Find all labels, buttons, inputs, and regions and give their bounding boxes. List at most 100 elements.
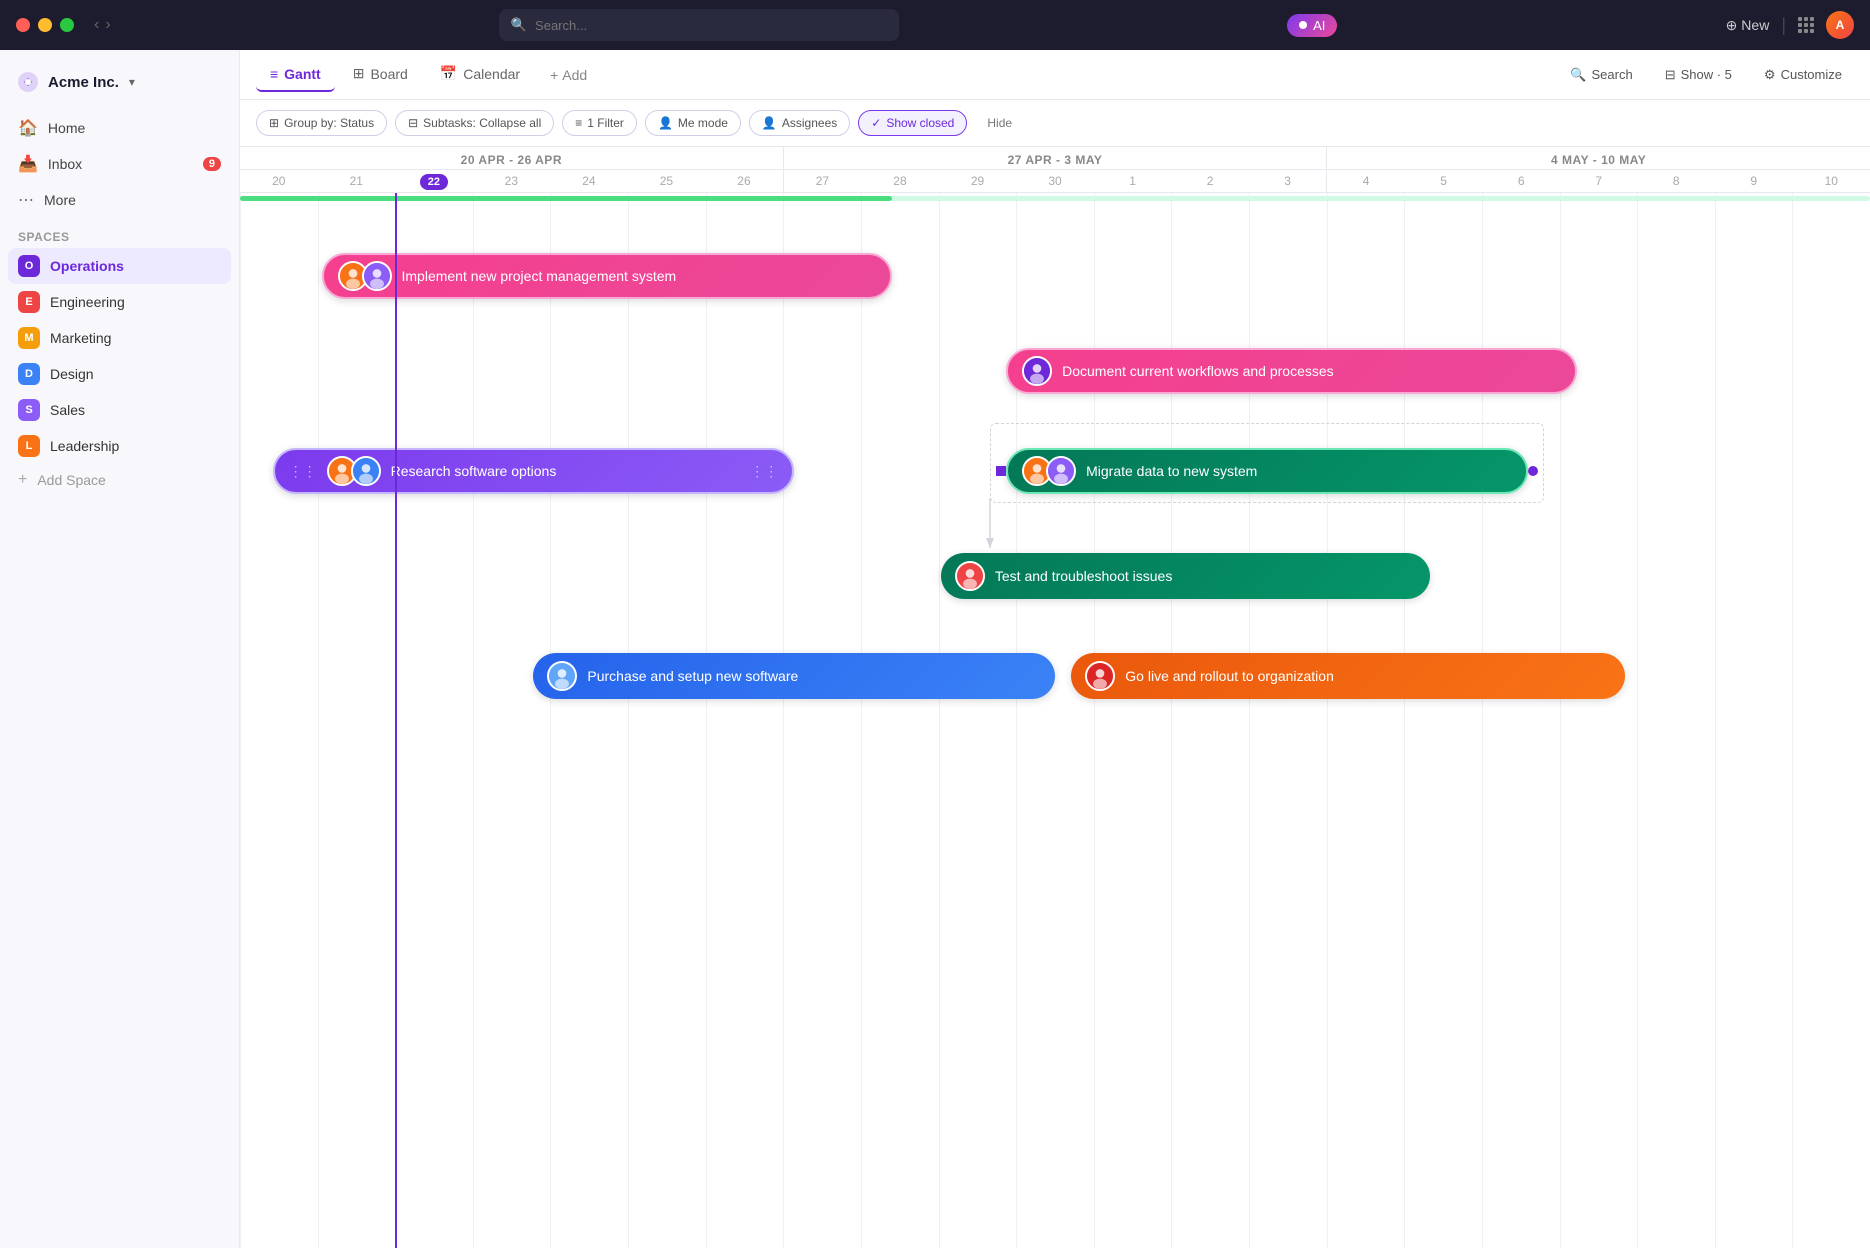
filter-count[interactable]: ≡ 1 Filter [562, 110, 637, 136]
date-group-label: 20 APR - 26 APR [240, 147, 783, 170]
date-day: 10 [1793, 170, 1870, 192]
task-purchase-software[interactable]: Purchase and setup new software [533, 653, 1055, 699]
space-icon-engineering: E [18, 291, 40, 313]
new-button[interactable]: ⊕ New [1726, 17, 1770, 34]
gear-icon: ⚙ [1764, 67, 1776, 83]
task-label: Migrate data to new system [1086, 463, 1257, 479]
user-avatar[interactable]: A [1826, 11, 1854, 39]
sidebar-item-label: Inbox [48, 156, 82, 172]
filter-show-closed[interactable]: ✓ Show closed [858, 110, 967, 136]
ai-button[interactable]: AI [1287, 14, 1337, 37]
filter-bar: ⊞ Group by: Status ⊟ Subtasks: Collapse … [240, 100, 1870, 147]
divider: | [1781, 15, 1786, 36]
brand-caret-icon: ▾ [129, 75, 135, 89]
avatar [362, 261, 392, 291]
check-icon: ✓ [871, 116, 881, 130]
space-label: Engineering [50, 294, 125, 310]
task-test-troubleshoot[interactable]: Test and troubleshoot issues [941, 553, 1430, 599]
tab-board[interactable]: ⊞ Board [339, 57, 422, 92]
filter-assignees[interactable]: 👤 Assignees [749, 110, 850, 136]
sidebar-item-operations[interactable]: O Operations [8, 248, 231, 284]
date-day-today: 22 [395, 170, 473, 192]
date-day: 5 [1405, 170, 1483, 192]
search-bar[interactable]: 🔍 [499, 9, 899, 41]
back-button[interactable]: ‹ [94, 16, 99, 34]
date-header: 20 APR - 26 APR 20 21 22 23 24 25 26 [240, 147, 1870, 193]
space-icon-operations: O [18, 255, 40, 277]
add-space-button[interactable]: + Add Space [8, 464, 231, 496]
tab-gantt[interactable]: ≡ Gantt [256, 58, 335, 92]
sidebar-item-label: More [44, 192, 76, 208]
titlebar: ‹ › 🔍 AI ⊕ New | A [0, 0, 1870, 50]
today-line: TODAY [395, 193, 397, 1248]
date-day: 20 [240, 170, 318, 192]
task-label: Research software options [391, 463, 557, 479]
spaces-label: Spaces [8, 218, 231, 248]
task-avatars [327, 456, 381, 486]
tab-calendar[interactable]: 📅 Calendar [426, 57, 534, 92]
task-go-live[interactable]: Go live and rollout to organization [1071, 653, 1625, 699]
search-input[interactable] [535, 18, 887, 33]
show-button[interactable]: ⊟ Show · 5 [1653, 61, 1744, 89]
filter-me-mode[interactable]: 👤 Me mode [645, 110, 741, 136]
grid-icon[interactable] [1798, 17, 1814, 33]
forward-button[interactable]: › [105, 16, 110, 34]
filter-subtasks[interactable]: ⊟ Subtasks: Collapse all [395, 110, 554, 136]
search-view-button[interactable]: 🔍 Search [1558, 61, 1644, 89]
brand[interactable]: Acme Inc. ▾ [8, 62, 231, 102]
resize-left-icon[interactable]: ⋮⋮ [289, 463, 317, 480]
sidebar-item-engineering[interactable]: E Engineering [8, 284, 231, 320]
customize-button[interactable]: ⚙ Customize [1752, 61, 1854, 89]
titlebar-right: ⊕ New | A [1726, 11, 1854, 39]
sidebar-item-inbox[interactable]: 📥 Inbox 9 [8, 146, 231, 182]
avatar [547, 661, 577, 691]
close-button[interactable] [16, 18, 30, 32]
filter-group-by[interactable]: ⊞ Group by: Status [256, 110, 387, 136]
task-document-workflows[interactable]: Document current workflows and processes [1006, 348, 1577, 394]
task-label: Document current workflows and processes [1062, 363, 1334, 379]
date-group-1: 20 APR - 26 APR 20 21 22 23 24 25 26 [240, 147, 784, 192]
add-view-button[interactable]: + Add [538, 61, 599, 89]
sidebar-item-more[interactable]: ⋯ More [8, 182, 231, 218]
board-icon: ⊞ [353, 65, 365, 82]
sidebar: Acme Inc. ▾ 🏠 Home 📥 Inbox 9 ⋯ More Spac… [0, 50, 240, 1248]
resize-right-icon[interactable]: ⋮⋮ [750, 463, 778, 480]
hide-button[interactable]: Hide [975, 111, 1024, 135]
nav-arrows: ‹ › [94, 16, 111, 34]
date-group-label: 4 MAY - 10 MAY [1327, 147, 1870, 170]
app-layout: Acme Inc. ▾ 🏠 Home 📥 Inbox 9 ⋯ More Spac… [0, 50, 1870, 1248]
view-actions: 🔍 Search ⊟ Show · 5 ⚙ Customize [1558, 61, 1854, 89]
date-days: 4 5 6 7 8 9 10 [1327, 170, 1870, 192]
filter-icon: ≡ [575, 116, 582, 130]
date-day: 2 [1171, 170, 1249, 192]
person-icon: 👤 [658, 116, 673, 130]
sidebar-item-marketing[interactable]: M Marketing [8, 320, 231, 356]
date-day: 30 [1016, 170, 1094, 192]
date-day: 4 [1327, 170, 1405, 192]
space-icon-sales: S [18, 399, 40, 421]
connection-dot-right [1528, 466, 1538, 476]
task-avatars [547, 661, 577, 691]
subtask-icon: ⊟ [408, 116, 418, 130]
sidebar-item-design[interactable]: D Design [8, 356, 231, 392]
avatar [1046, 456, 1076, 486]
ai-icon [1299, 21, 1307, 29]
home-icon: 🏠 [18, 118, 38, 138]
sidebar-item-home[interactable]: 🏠 Home [8, 110, 231, 146]
inbox-badge: 9 [203, 157, 221, 171]
maximize-button[interactable] [60, 18, 74, 32]
date-group-3: 4 MAY - 10 MAY 4 5 6 7 8 9 10 [1327, 147, 1870, 192]
task-migrate-data[interactable]: Migrate data to new system [1006, 448, 1528, 494]
avatar [955, 561, 985, 591]
task-label: Purchase and setup new software [587, 668, 798, 684]
space-label: Leadership [50, 438, 119, 454]
date-day: 7 [1560, 170, 1638, 192]
sidebar-item-leadership[interactable]: L Leadership [8, 428, 231, 464]
date-day: 28 [861, 170, 939, 192]
task-implement-pms[interactable]: Implement new project management system [322, 253, 893, 299]
task-research-software[interactable]: ⋮⋮ Research software options ⋮⋮ [273, 448, 795, 494]
space-icon-leadership: L [18, 435, 40, 457]
minimize-button[interactable] [38, 18, 52, 32]
sidebar-item-sales[interactable]: S Sales [8, 392, 231, 428]
plus-icon: ⊕ [1726, 17, 1738, 34]
